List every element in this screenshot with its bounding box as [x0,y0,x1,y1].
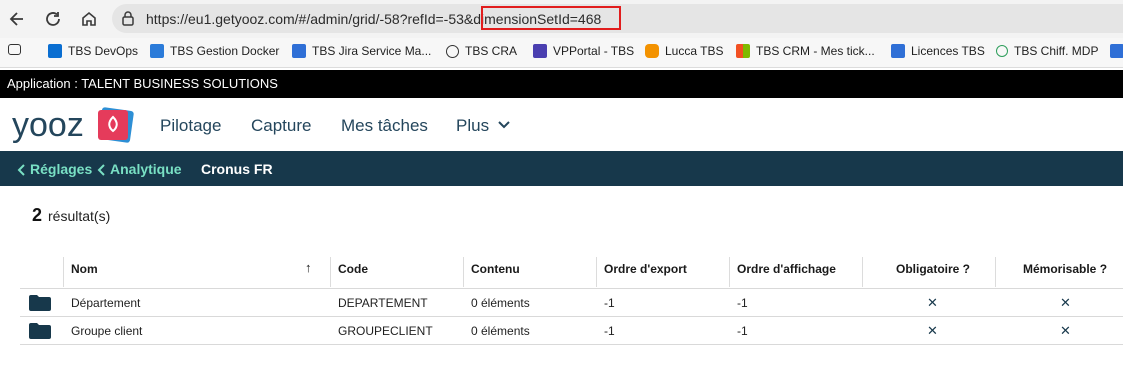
cell-ordre-export: -1 [604,296,615,310]
bookmark-chiff-mdp[interactable]: TBS Chiff. MDP [996,44,1098,58]
cell-ordre-affichage: -1 [737,296,748,310]
lock-icon[interactable] [121,10,135,31]
column-divider [463,257,464,287]
reading-list-icon [8,44,21,55]
cell-code: GROUPECLIENT [338,324,433,338]
bookmark-reading-list[interactable] [8,44,21,55]
browser-toolbar: https://eu1.getyooz.com/#/admin/grid/-58… [0,0,1123,38]
chevron-left-icon[interactable] [97,163,106,181]
cross-icon: ✕ [927,295,938,310]
result-count-label: résultat(s) [48,208,111,224]
bookmark-cra[interactable]: TBS CRA [446,44,517,58]
bookmark-lucca[interactable]: Lucca TBS [645,44,723,58]
menu-pilotage[interactable]: Pilotage [160,116,221,136]
bookmark-licences[interactable]: Licences TBS [891,44,985,58]
breadcrumb-reglages[interactable]: Réglages [30,161,92,177]
cell-nom[interactable]: Groupe client [71,324,142,338]
share-icon [996,45,1008,57]
column-header-contenu[interactable]: Contenu [471,262,520,276]
column-header-ordre-export[interactable]: Ordre d'export [604,262,687,276]
application-name: Application : TALENT BUSINESS SOLUTIONS [7,76,278,91]
column-divider [63,257,64,287]
reload-icon[interactable] [42,8,64,30]
table-icon [292,44,306,58]
logo-text: yooz [12,106,84,144]
menu-plus[interactable]: Plus [456,116,489,136]
column-header-obligatoire[interactable]: Obligatoire ? [896,262,970,276]
bookmarks-bar: TBS DevOps TBS Gestion Docker TBS Jira S… [0,38,1123,68]
chevron-down-icon[interactable] [497,118,511,137]
column-divider [596,257,597,287]
back-icon[interactable] [6,8,28,30]
menu-mes-taches[interactable]: Mes tâches [341,116,428,136]
cell-contenu: 0 éléments [471,324,530,338]
cross-icon: ✕ [927,323,938,338]
table-icon [891,44,905,58]
column-divider [729,257,730,287]
bookmark-docker[interactable]: TBS Gestion Docker [150,44,279,58]
bookmark-crm[interactable]: TBS CRM - Mes tick... [736,44,875,58]
column-divider [330,257,331,287]
menu-capture[interactable]: Capture [251,116,311,136]
header-divider [20,288,1123,289]
breadcrumb: Réglages Analytique Cronus FR [0,151,1123,186]
column-divider [995,257,996,287]
devops-icon [48,44,62,58]
column-header-code[interactable]: Code [338,262,368,276]
bookmark-overflow[interactable] [1110,44,1123,58]
folder-icon [29,295,51,311]
home-icon[interactable] [78,8,100,30]
cell-ordre-affichage: -1 [737,324,748,338]
cross-icon: ✕ [1060,323,1071,338]
cell-code: DEPARTEMENT [338,296,428,310]
chevron-left-icon[interactable] [17,163,26,181]
url-highlight-box [481,6,621,30]
column-header-memorisable[interactable]: Mémorisable ? [1023,262,1107,276]
bookmark-devops[interactable]: TBS DevOps [48,44,138,58]
column-header-ordre-affichage[interactable]: Ordre d'affichage [737,262,836,276]
cross-icon: ✕ [1060,295,1071,310]
folder-icon [29,323,51,339]
cell-ordre-export: -1 [604,324,615,338]
bookmark-vpportal[interactable]: VPPortal - TBS [533,44,634,58]
breadcrumb-analytique[interactable]: Analytique [110,161,182,177]
main-navigation: yooz Pilotage Capture Mes tâches Plus [0,98,1123,151]
sort-ascending-icon[interactable]: ↑ [305,260,312,275]
page-title: Cronus FR [201,161,273,177]
result-count: 2 [32,205,43,225]
row-divider [20,344,1123,345]
row-divider [20,316,1123,317]
cell-nom[interactable]: Département [71,296,140,310]
globe-icon [446,44,459,58]
column-header-nom[interactable]: Nom [71,262,98,276]
hand-icon [533,44,547,58]
grid-icon [150,44,164,58]
table-icon [1110,44,1123,58]
lucca-icon [645,44,659,58]
cell-contenu: 0 éléments [471,296,530,310]
yooz-logo[interactable]: yooz [12,106,137,149]
column-divider [862,257,863,287]
application-banner: Application : TALENT BUSINESS SOLUTIONS [0,70,1123,98]
windows-icon [736,44,750,58]
bookmark-jira[interactable]: TBS Jira Service Ma... [292,44,431,58]
